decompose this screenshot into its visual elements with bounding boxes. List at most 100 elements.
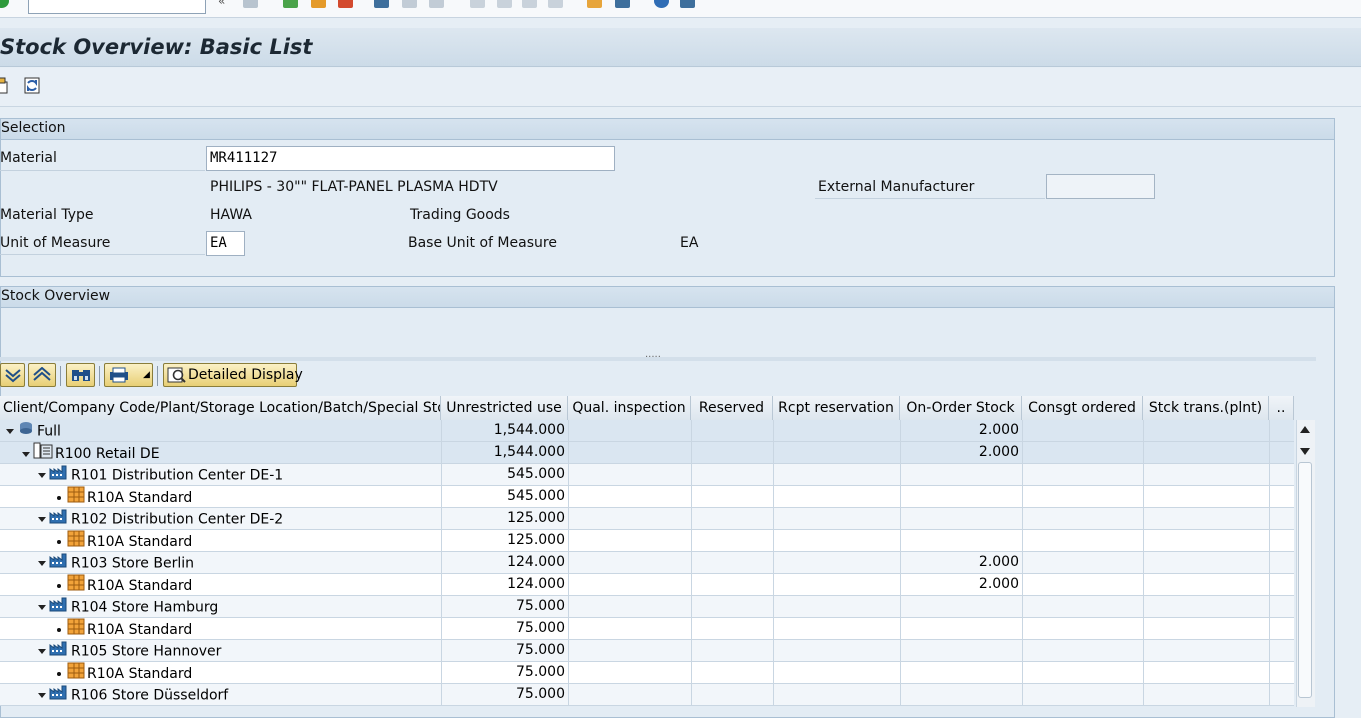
exit-icon[interactable]	[311, 0, 326, 8]
col-header-consgt-ordered[interactable]: Consgt ordered	[1022, 396, 1143, 420]
unrestricted-value[interactable]: 75.000	[441, 596, 568, 617]
next-page-icon[interactable]	[522, 0, 537, 8]
unrestricted-value[interactable]: 545.000	[441, 486, 568, 507]
scroll-thumb[interactable]	[1298, 462, 1312, 698]
on-order-value[interactable]	[900, 662, 1022, 683]
col-header-unrestricted[interactable]: Unrestricted use	[441, 396, 568, 420]
collapse-arrows-icon[interactable]: «	[218, 0, 225, 8]
on-order-value[interactable]	[900, 684, 1022, 705]
table-row[interactable]: R100 Retail DE 1,544.000 2.000	[0, 442, 1294, 464]
col-header-on-order[interactable]: On-Order Stock	[900, 396, 1022, 420]
table-row[interactable]: Full 1,544.000 2.000	[0, 420, 1294, 442]
unrestricted-value[interactable]: 1,544.000	[441, 442, 568, 463]
help-icon[interactable]	[654, 0, 669, 8]
material-input[interactable]: MR411127	[206, 146, 615, 171]
tree-node[interactable]: R10A Standard	[55, 662, 192, 683]
layout-icon[interactable]	[680, 0, 695, 8]
cancel-icon[interactable]	[338, 0, 353, 8]
create-session-icon[interactable]	[587, 0, 602, 8]
tree-node[interactable]: R106 Store Düsseldorf	[38, 684, 228, 705]
chevron-down-icon[interactable]: ◢	[143, 370, 150, 380]
on-order-value[interactable]	[900, 596, 1022, 617]
table-row[interactable]: R102 Distribution Center DE-2 125.000	[0, 508, 1294, 530]
unrestricted-value[interactable]: 125.000	[441, 508, 568, 529]
refresh-icon[interactable]	[24, 77, 40, 94]
on-order-value[interactable]	[900, 530, 1022, 551]
unrestricted-value[interactable]: 124.000	[441, 552, 568, 573]
print-icon[interactable]	[374, 0, 389, 8]
find-icon[interactable]	[402, 0, 417, 8]
command-field[interactable]	[28, 0, 206, 14]
last-page-icon[interactable]	[548, 0, 563, 8]
confirm-icon[interactable]	[0, 0, 9, 8]
table-row[interactable]: R103 Store Berlin 124.000 2.000	[0, 552, 1294, 574]
table-row[interactable]: R106 Store Düsseldorf 75.000	[0, 684, 1294, 706]
splitter-handle[interactable]: .....	[645, 349, 661, 360]
unrestricted-value[interactable]: 75.000	[441, 640, 568, 661]
unrestricted-value[interactable]: 75.000	[441, 684, 568, 705]
on-order-value[interactable]: 2.000	[900, 574, 1022, 595]
previous-page-icon[interactable]	[497, 0, 512, 8]
table-row[interactable]: R10A Standard 75.000	[0, 662, 1294, 684]
table-row[interactable]: R101 Distribution Center DE-1 545.000	[0, 464, 1294, 486]
col-header-stck-trans[interactable]: Stck trans.(plnt)	[1143, 396, 1269, 420]
unrestricted-value[interactable]: 124.000	[441, 574, 568, 595]
on-order-value[interactable]: 2.000	[900, 420, 1022, 441]
table-row[interactable]: R104 Store Hamburg 75.000	[0, 596, 1294, 618]
expand-toggle-icon[interactable]	[22, 451, 30, 457]
scroll-down-icon[interactable]	[1300, 448, 1310, 455]
col-header-more[interactable]: ..	[1269, 396, 1294, 420]
table-row[interactable]: R10A Standard 545.000	[0, 486, 1294, 508]
on-order-value[interactable]: 2.000	[900, 552, 1022, 573]
shortcut-icon[interactable]	[615, 0, 630, 8]
unrestricted-value[interactable]: 545.000	[441, 464, 568, 485]
detailed-display-button[interactable]: Detailed Display	[163, 363, 303, 387]
create-icon[interactable]	[0, 77, 10, 94]
expand-toggle-icon[interactable]	[38, 561, 46, 566]
tree-node[interactable]: R10A Standard	[55, 486, 192, 507]
expand-toggle-icon[interactable]	[38, 517, 46, 522]
col-header-reserved[interactable]: Reserved	[691, 396, 773, 420]
on-order-value[interactable]	[900, 486, 1022, 507]
expand-toggle-icon[interactable]	[38, 649, 46, 654]
tree-node[interactable]: R104 Store Hamburg	[38, 596, 218, 617]
tree-node[interactable]: R10A Standard	[55, 618, 192, 639]
unrestricted-value[interactable]: 75.000	[441, 662, 568, 683]
collapse-all-button[interactable]	[28, 363, 56, 387]
col-header-qual-inspection[interactable]: Qual. inspection	[568, 396, 691, 420]
on-order-value[interactable]	[900, 640, 1022, 661]
tree-node[interactable]: R10A Standard	[55, 574, 192, 595]
table-row[interactable]: R10A Standard 125.000	[0, 530, 1294, 552]
save-icon[interactable]	[243, 0, 258, 8]
col-header-rcpt-reservation[interactable]: Rcpt reservation	[773, 396, 900, 420]
tree-node[interactable]: R101 Distribution Center DE-1	[38, 464, 283, 485]
tree-node[interactable]: R105 Store Hannover	[38, 640, 221, 661]
on-order-value[interactable]: 2.000	[900, 442, 1022, 463]
table-row[interactable]: R10A Standard 75.000	[0, 618, 1294, 640]
on-order-value[interactable]	[900, 618, 1022, 639]
unrestricted-value[interactable]: 75.000	[441, 618, 568, 639]
on-order-value[interactable]	[900, 464, 1022, 485]
tree-node[interactable]: R102 Distribution Center DE-2	[38, 508, 283, 529]
scroll-up-icon[interactable]	[1300, 426, 1310, 433]
expand-toggle-icon[interactable]	[38, 473, 46, 478]
back-icon[interactable]	[283, 0, 298, 8]
tree-node[interactable]: R10A Standard	[55, 530, 192, 551]
uom-input[interactable]: EA	[206, 231, 245, 256]
expand-all-button[interactable]	[0, 363, 25, 387]
unrestricted-value[interactable]: 1,544.000	[441, 420, 568, 441]
expand-toggle-icon[interactable]	[38, 605, 46, 610]
first-page-icon[interactable]	[470, 0, 485, 8]
print-button[interactable]: ◢	[104, 363, 153, 387]
table-row[interactable]: R105 Store Hannover 75.000	[0, 640, 1294, 662]
find-next-icon[interactable]	[429, 0, 444, 8]
table-row[interactable]: R10A Standard 124.000 2.000	[0, 574, 1294, 596]
unrestricted-value[interactable]: 125.000	[441, 530, 568, 551]
expand-toggle-icon[interactable]	[6, 429, 14, 434]
expand-toggle-icon[interactable]	[38, 693, 46, 698]
find-button[interactable]	[66, 363, 95, 387]
tree-node[interactable]: R103 Store Berlin	[38, 552, 194, 573]
col-header-hierarchy[interactable]: Client/Company Code/Plant/Storage Locati…	[0, 396, 441, 420]
tree-node[interactable]: Full	[6, 420, 61, 441]
on-order-value[interactable]	[900, 508, 1022, 529]
